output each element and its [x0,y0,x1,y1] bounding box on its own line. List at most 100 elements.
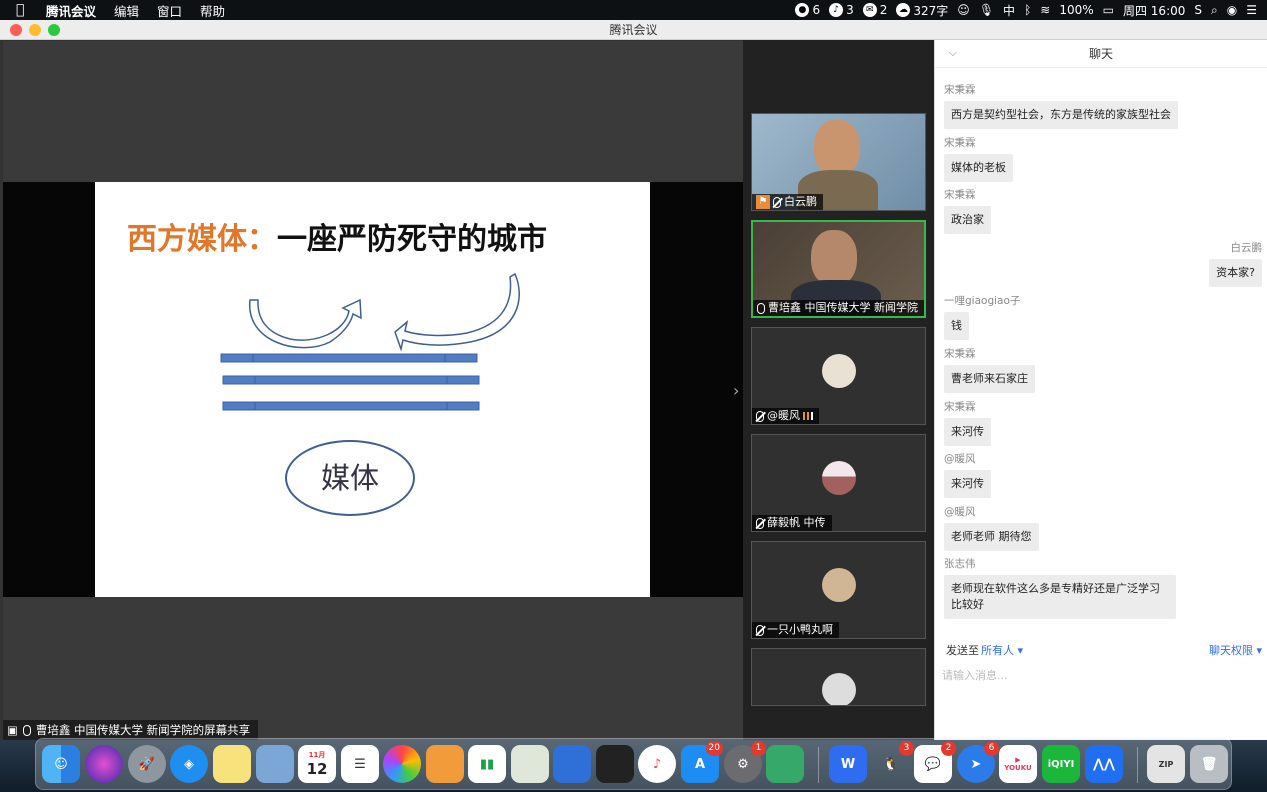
notes-icon[interactable] [213,745,251,783]
app-store-icon[interactable]: A 20 [681,741,723,783]
wechat-status[interactable]: ✉ 2 [862,3,887,17]
qq-icon[interactable]: 🐧 3 [872,741,914,783]
bluetooth-icon[interactable]: ᛒ [1024,3,1031,17]
apple-icon[interactable]:  [16,2,34,18]
trash-icon[interactable]: 🗑 [1190,745,1228,783]
participant-tile-active[interactable]: 曹培鑫 中国传媒大学 新闻学院 [751,220,926,318]
music-icon[interactable]: ♪ [638,745,676,783]
participant-label: 一只小鸭丸啊 [752,622,839,638]
chat-messages: 宋秉霖 西方是契约型社会，东方是传统的家族型社会 宋秉霖 媒体的老板 宋秉霖 政治家 … [935,68,1267,636]
ime-indicator[interactable]: 中 [1003,2,1015,19]
mic-muted-icon [756,624,764,636]
numbers-icon[interactable]: ▮▮ [468,745,506,783]
chat-message: 宋秉霖 曹老师来石家庄 [944,346,1035,393]
wechat-badge: 2 [941,741,956,756]
chevron-down-icon[interactable]: ⌵ [949,40,957,68]
participant-tile[interactable]: 薛毅帆 中传 [751,434,926,532]
feishu-icon[interactable]: ➤ 6 [957,741,999,783]
notification-center-icon[interactable]: ☰ [1246,3,1257,17]
bell-icon: ♪ [829,3,844,17]
status-item-2[interactable]: ♪ 3 [829,3,854,17]
system-preferences-icon[interactable]: ⚙ 1 [724,741,766,783]
participant-label: @暖风 [752,408,819,424]
shared-screen: 西方媒体：一座严防死守的城市 媒体 [3,182,743,597]
screen-share-icon: ▣ [7,723,18,737]
dock: ☺ 🚀 ◈ 11月 12 ☰ ▮▮ ♪ A 20 ⚙ 1 W 🐧 3 💬 2 ➤ 6 ▶ YO… [35,738,1232,790]
participant-tile[interactable]: 一只小鸭丸啊 [751,541,926,639]
send-to-bar: 发送至 所有人 ▾ 聊天权限 ▾ [935,638,1267,658]
mic-muted-icon [756,410,764,422]
person-video [811,230,857,286]
chat-permission-select[interactable]: 聊天权限 ▾ [1209,642,1262,658]
kindle-icon[interactable] [596,745,634,783]
menu-app-name[interactable]: 腾讯会议 [46,1,96,20]
send-to-label: 发送至 [946,644,979,657]
chat-input[interactable]: 请输入消息... [942,667,1262,737]
curved-arrow-right [394,272,520,352]
finder-icon[interactable]: ☺ [42,745,80,783]
menu-edit[interactable]: 编辑 [114,1,139,20]
participant-tile[interactable]: @暖风 [751,327,926,425]
qq-badge: 3 [899,741,914,756]
zoom-button[interactable] [48,24,60,36]
cloud-icon: ☁ [896,3,911,17]
menu-help[interactable]: 帮助 [200,1,225,20]
smile-icon[interactable]: ☺ [957,3,970,17]
reminders-icon[interactable]: ☰ [341,745,379,783]
participant-label: 曹培鑫 中国传媒大学 新闻学院 [753,300,924,316]
launchpad-icon[interactable]: 🚀 [128,745,166,783]
pages-icon[interactable] [426,745,464,783]
chat-message: 宋秉霖 政治家 [944,187,991,234]
media-ellipse: 媒体 [285,440,415,516]
spotlight-search-icon[interactable]: ⌕ [1211,3,1218,18]
participant-tile[interactable] [751,648,926,706]
chat-message: @暖风 老师老师 期待您 [944,504,1039,551]
menu-window[interactable]: 窗口 [157,1,182,20]
chevron-right-icon[interactable]: › [733,381,739,400]
keynote-icon[interactable] [553,745,591,783]
app-store-badge: 20 [705,741,723,756]
word-count[interactable]: ☁ 327字 [896,2,948,19]
youku-icon[interactable]: ▶ YOUKU [999,745,1037,783]
photos-icon[interactable] [383,745,421,783]
spreadsheet-app-icon[interactable] [766,745,804,783]
recipient-select[interactable]: 所有人 ▾ [981,642,1023,658]
bars [220,353,480,411]
clock[interactable]: 周四 16:00 [1123,2,1185,19]
archive-file-icon[interactable]: ZIP [1147,745,1185,783]
mic-icon [22,724,31,736]
close-button[interactable] [10,24,22,36]
maps-icon[interactable] [511,745,549,783]
chat-message: 一哩giaogiao子钱 [944,293,1020,340]
signal-icon [803,412,813,420]
settings-badge: 1 [751,741,766,756]
window-titlebar: 腾讯会议 [0,20,1267,40]
status-icon-1: ● [795,3,810,17]
siri-icon[interactable] [85,745,123,783]
chat-message: 宋秉霖 媒体的老板 [944,135,1013,182]
participant-tile[interactable]: ⚑ 白云鹏 [751,113,926,211]
person-video [814,120,860,176]
dock-separator [1137,747,1138,783]
safari-icon[interactable]: ◈ [170,745,208,783]
iqiyi-icon[interactable]: iQIYI [1042,745,1080,783]
wifi-icon[interactable]: ≋ [1040,3,1050,17]
calendar-icon[interactable]: 11月 12 [298,745,336,783]
mic-status-icon[interactable]: 🎙 [979,3,994,17]
siri-icon[interactable]: ◉ [1227,3,1237,17]
avatar [822,673,856,705]
menu-bar:  腾讯会议 编辑 窗口 帮助 ●6 ♪3 ✉2 ☁327字 ☺ 🎙 中 ᛒ ≋… [0,0,1267,20]
slide: 西方媒体：一座严防死守的城市 媒体 [95,182,650,597]
battery-percent[interactable]: 100% [1059,3,1093,17]
chat-header: ⌵ 聊天 [935,40,1267,68]
tencent-meeting-icon[interactable]: ⋀⋀ [1085,745,1123,783]
s-app-icon[interactable]: S [1194,3,1202,17]
minimize-button[interactable] [29,24,41,36]
host-icon: ⚑ [756,195,770,209]
chat-panel: ⌵ 聊天 宋秉霖 西方是契约型社会，东方是传统的家族型社会 宋秉霖 媒体的老板 宋秉… [934,40,1267,740]
share-status-label: ▣ 曹培鑫 中国传媒大学 新闻学院的屏幕共享 [3,720,259,740]
status-item-1[interactable]: ● 6 [795,3,820,17]
stamps-icon[interactable] [256,745,294,783]
wechat-icon[interactable]: 💬 2 [914,741,956,783]
wps-icon[interactable]: W [829,745,867,783]
